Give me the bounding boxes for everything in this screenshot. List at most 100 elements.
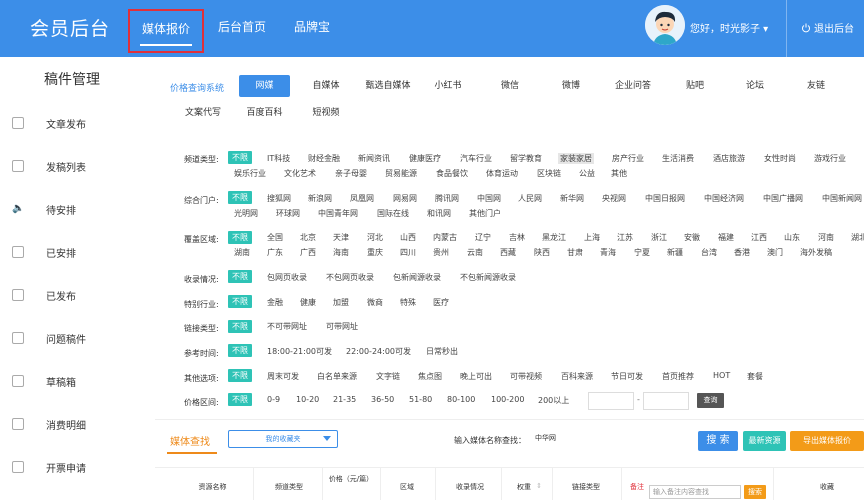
portal-option[interactable]: 人民网	[518, 193, 542, 204]
portal-option[interactable]: 中国青年网	[318, 208, 358, 219]
avatar[interactable]	[645, 5, 685, 45]
cat-tab-tieba[interactable]: 贴吧	[669, 75, 721, 97]
channel-option[interactable]: 健康医疗	[409, 153, 441, 164]
region-option[interactable]: 山东	[784, 232, 800, 243]
portal-option[interactable]: 凤凰网	[350, 193, 374, 204]
sidebar-item-drafts[interactable]: 草稿箱	[12, 371, 152, 391]
special-option[interactable]: 加盟	[333, 297, 349, 308]
region-option[interactable]: 甘肃	[567, 247, 583, 258]
region-option[interactable]: 广西	[300, 247, 316, 258]
region-option[interactable]: 全国	[267, 232, 283, 243]
other-option[interactable]: 晚上可出	[460, 371, 492, 382]
other-option[interactable]: HOT	[713, 371, 730, 380]
price-option[interactable]: 0-9	[267, 395, 280, 404]
other-option[interactable]: 可带视频	[510, 371, 542, 382]
region-option[interactable]: 西藏	[500, 247, 516, 258]
region-option[interactable]: 湖北	[851, 232, 864, 243]
channel-option[interactable]: 女性时尚	[764, 153, 796, 164]
region-option[interactable]: 陕西	[534, 247, 550, 258]
region-option[interactable]: 江西	[751, 232, 767, 243]
link-unlimited-tag[interactable]: 不限	[228, 320, 252, 333]
price-query-button[interactable]: 查询	[697, 393, 724, 408]
cat-tab-baidu-baike[interactable]: 百度百科	[239, 102, 290, 124]
cat-tab-short-video[interactable]: 短视频	[300, 102, 352, 124]
region-option[interactable]: 安徽	[684, 232, 700, 243]
portal-option[interactable]: 腾讯网	[435, 193, 459, 204]
price-option[interactable]: 51-80	[409, 395, 432, 404]
search-button[interactable]: 搜 索	[698, 431, 738, 451]
region-option[interactable]: 澳门	[767, 247, 783, 258]
inclusion-option[interactable]: 包新闻源收录	[393, 272, 441, 283]
time-option[interactable]: 22:00-24:00可发	[346, 346, 411, 357]
other-option[interactable]: 百科来源	[561, 371, 593, 382]
portal-option[interactable]: 央视网	[602, 193, 626, 204]
channel-option[interactable]: 区块链	[537, 168, 561, 179]
favorites-dropdown[interactable]: 我的收藏夹	[228, 430, 338, 448]
time-option[interactable]: 18:00-21:00可发	[267, 346, 332, 357]
logout-button[interactable]: 退出后台	[801, 20, 854, 35]
portal-option[interactable]: 中国网	[477, 193, 501, 204]
region-option[interactable]: 黑龙江	[542, 232, 566, 243]
region-option[interactable]: 吉林	[509, 232, 525, 243]
portal-option[interactable]: 国际在线	[377, 208, 409, 219]
other-option[interactable]: 节日可发	[611, 371, 643, 382]
cat-tab-weibo[interactable]: 微博	[545, 75, 597, 97]
other-option[interactable]: 白名单来源	[317, 371, 357, 382]
portal-option[interactable]: 中国经济网	[704, 193, 744, 204]
price-option[interactable]: 36-50	[371, 395, 394, 404]
portal-option[interactable]: 搜狐网	[267, 193, 291, 204]
special-option[interactable]: 金融	[267, 297, 283, 308]
inclusion-option[interactable]: 不包新闻源收录	[460, 272, 516, 283]
cat-tab-copywriting[interactable]: 文案代写	[178, 102, 228, 124]
nav-home[interactable]: 后台首页	[204, 0, 280, 57]
time-option[interactable]: 日常秒出	[426, 346, 458, 357]
inclusion-option[interactable]: 不包网页收录	[326, 272, 374, 283]
other-option[interactable]: 焦点图	[418, 371, 442, 382]
cat-tab-enterprise-qa[interactable]: 企业问答	[604, 75, 662, 97]
price-option[interactable]: 10-20	[296, 395, 319, 404]
region-option[interactable]: 青海	[600, 247, 616, 258]
portal-option[interactable]: 中国新闻网	[822, 193, 862, 204]
portal-option[interactable]: 中国日报网	[645, 193, 685, 204]
portal-option[interactable]: 和讯网	[427, 208, 451, 219]
user-greeting[interactable]: 您好，时光影子 ▾	[690, 20, 768, 35]
inclusion-option[interactable]: 包网页收录	[267, 272, 307, 283]
portal-option[interactable]: 其他门户	[469, 208, 501, 219]
media-search-title[interactable]: 媒体查找	[170, 433, 210, 448]
sort-icon[interactable]: ⇕	[534, 482, 544, 490]
sidebar-item-pending[interactable]: 🔈 待安排	[12, 199, 152, 219]
other-unlimited-tag[interactable]: 不限	[228, 369, 252, 382]
portal-option[interactable]: 新华网	[560, 193, 584, 204]
channel-option[interactable]: 新闻资讯	[358, 153, 390, 164]
channel-option[interactable]: 生活消费	[662, 153, 694, 164]
channel-option[interactable]: 汽车行业	[460, 153, 492, 164]
sidebar-item-published[interactable]: 已发布	[12, 285, 152, 305]
portal-option[interactable]: 网易网	[393, 193, 417, 204]
cat-tab-wechat[interactable]: 微信	[483, 75, 537, 97]
channel-option[interactable]: 体育运动	[486, 168, 518, 179]
other-option[interactable]: 文字链	[376, 371, 400, 382]
portal-option[interactable]: 光明网	[234, 208, 258, 219]
note-search-input[interactable]: 输入备注内容查找	[649, 485, 741, 499]
other-option[interactable]: 首页推荐	[662, 371, 694, 382]
sidebar-item-article-publish[interactable]: 文章发布	[12, 113, 152, 133]
channel-option[interactable]: 食品餐饮	[436, 168, 468, 179]
nav-brand[interactable]: 品牌宝	[280, 0, 344, 57]
region-option[interactable]: 香港	[734, 247, 750, 258]
price-option[interactable]: 200以上	[538, 395, 569, 406]
sidebar-item-problem[interactable]: 问题稿件	[12, 328, 152, 348]
region-option[interactable]: 海外发稿	[800, 247, 832, 258]
region-option[interactable]: 台湾	[701, 247, 717, 258]
region-option[interactable]: 内蒙古	[433, 232, 457, 243]
time-unlimited-tag[interactable]: 不限	[228, 344, 252, 357]
region-option[interactable]: 辽宁	[475, 232, 491, 243]
price-option[interactable]: 100-200	[491, 395, 524, 404]
portal-unlimited-tag[interactable]: 不限	[228, 191, 252, 204]
price-option[interactable]: 80-100	[447, 395, 475, 404]
channel-option[interactable]: 酒店旅游	[713, 153, 745, 164]
cat-tab-web-media[interactable]: 网媒	[239, 75, 290, 97]
special-option[interactable]: 微商	[367, 297, 383, 308]
special-option[interactable]: 医疗	[433, 297, 449, 308]
channel-option[interactable]: 游戏行业	[814, 153, 846, 164]
export-quote-button[interactable]: 导出媒体报价	[790, 431, 864, 451]
